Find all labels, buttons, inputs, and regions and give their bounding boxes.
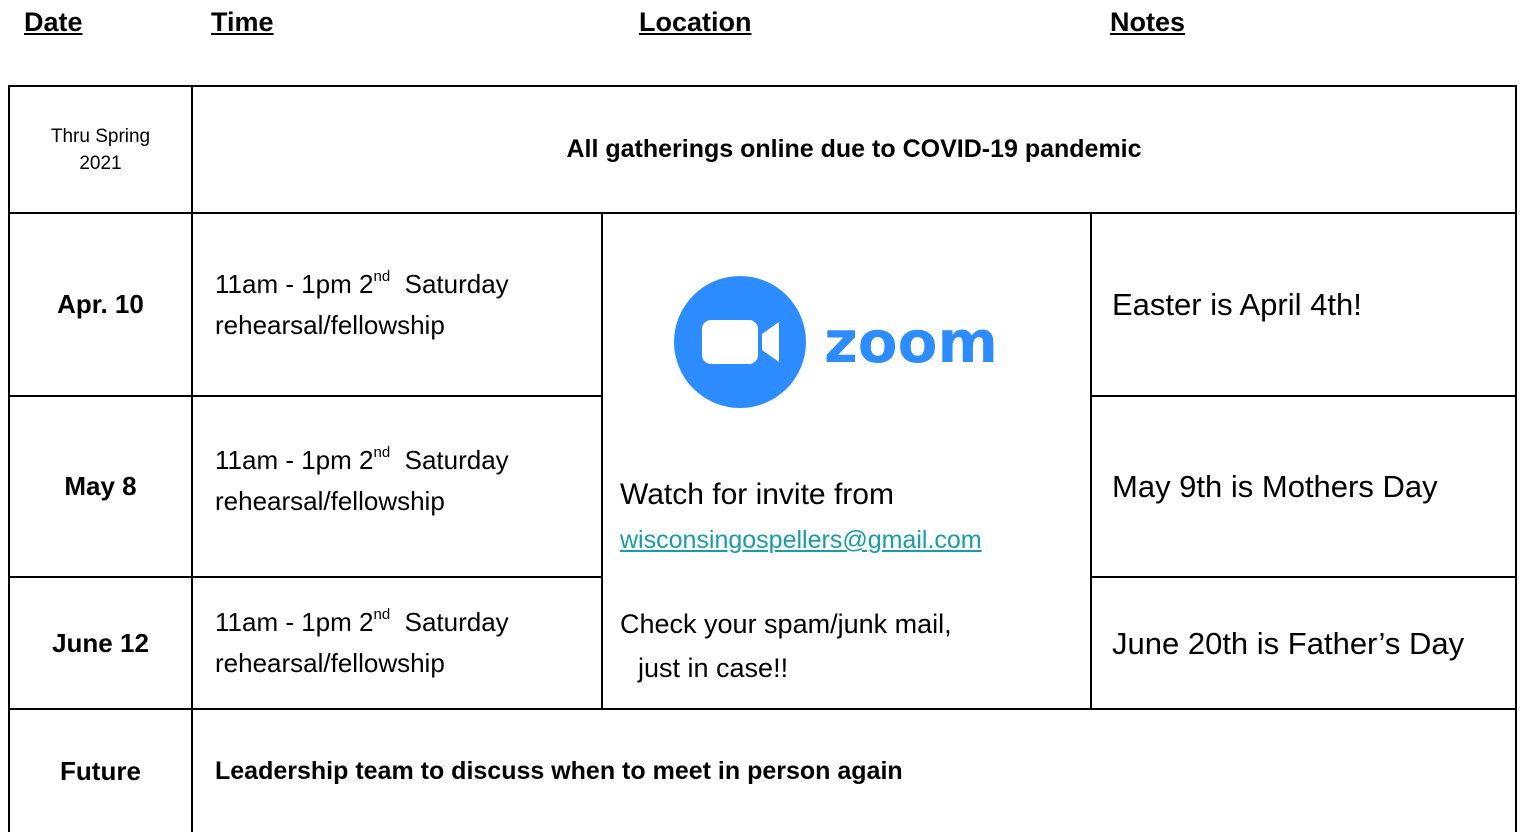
- invite-email-link[interactable]: wisconsingospellers@gmail.com: [620, 526, 982, 555]
- zoom-logo: zoom: [674, 276, 998, 408]
- row-time-cell: 11am - 1pm 2nd Saturday rehearsal/fellow…: [193, 397, 601, 576]
- header-notes: Notes: [1110, 7, 1186, 37]
- column-divider: [601, 212, 603, 709]
- banner-text: All gatherings online due to COVID-19 pa…: [566, 135, 1142, 163]
- future-text-cell: Leadership team to discuss when to meet …: [193, 710, 1515, 832]
- time-line-1: 11am - 1pm 2nd Saturday: [215, 267, 509, 299]
- row-date-cell: May 8: [10, 397, 191, 576]
- schedule-table: Thru Spring 2021 All gatherings online d…: [8, 85, 1517, 832]
- row-date: June 12: [52, 627, 149, 658]
- row-date: May 8: [64, 471, 137, 501]
- time-line-1: 11am - 1pm 2nd Saturday: [215, 606, 509, 637]
- time-line-1: 11am - 1pm 2nd Saturday: [215, 444, 509, 475]
- row-date-cell: Apr. 10: [10, 214, 191, 395]
- watch-invite-text: Watch for invite from: [620, 478, 894, 511]
- future-date: Future: [60, 755, 141, 786]
- row-note-cell: June 20th is Father’s Day: [1092, 578, 1515, 708]
- banner-date-cell: Thru Spring 2021: [10, 87, 191, 212]
- zoom-wordmark: zoom: [824, 308, 998, 376]
- time-line-2: rehearsal/fellowship: [215, 648, 445, 678]
- time-line-2: rehearsal/fellowship: [215, 486, 445, 516]
- row-note-cell: May 9th is Mothers Day: [1092, 397, 1515, 576]
- future-text: Leadership team to discuss when to meet …: [215, 756, 903, 785]
- future-date-cell: Future: [10, 710, 191, 832]
- spam-note-line-2: just in case!!: [638, 653, 789, 683]
- table-border-right: [1515, 85, 1517, 832]
- row-note: May 9th is Mothers Day: [1112, 469, 1438, 504]
- row-time-cell: 11am - 1pm 2nd Saturday rehearsal/fellow…: [193, 214, 601, 395]
- row-note-cell: Easter is April 4th!: [1092, 214, 1515, 395]
- row-date-cell: June 12: [10, 578, 191, 708]
- row-note: June 20th is Father’s Day: [1112, 625, 1465, 661]
- camera-icon-body: [702, 320, 758, 364]
- row-date: Apr. 10: [57, 289, 144, 319]
- banner-date: Thru Spring 2021: [50, 125, 151, 174]
- header-date: Date: [24, 7, 83, 37]
- row-note: Easter is April 4th!: [1112, 287, 1362, 322]
- header-location: Location: [639, 7, 752, 37]
- row-time-cell: 11am - 1pm 2nd Saturday rehearsal/fellow…: [193, 578, 601, 708]
- banner-text-cell: All gatherings online due to COVID-19 pa…: [193, 87, 1515, 212]
- spam-note-line-1: Check your spam/junk mail,: [620, 609, 952, 639]
- time-line-2: rehearsal/fellowship: [215, 309, 445, 340]
- header-time: Time: [211, 7, 274, 37]
